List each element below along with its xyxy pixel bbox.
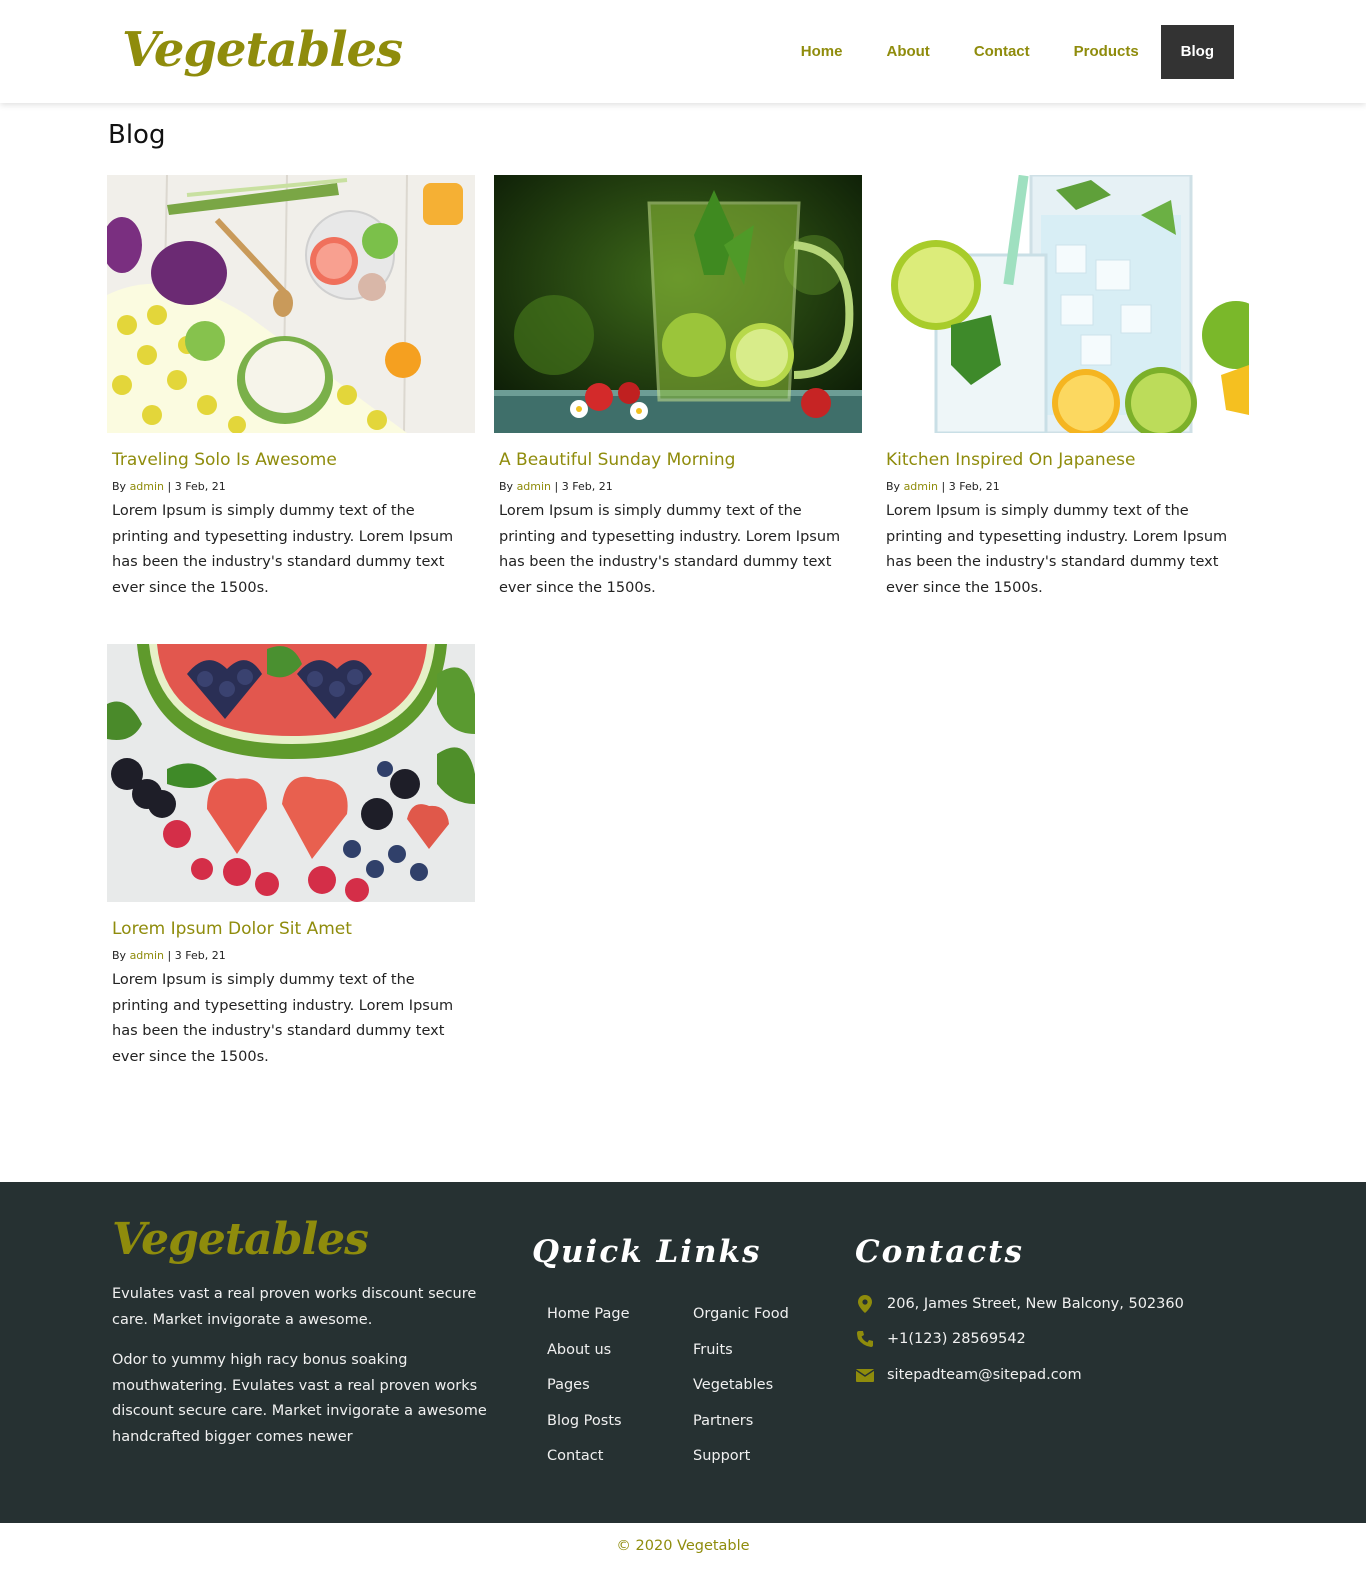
main-nav: Home About Contact Products Blog [779,25,1234,79]
site-header: Vegetables Home About Contact Products B… [0,0,1366,103]
contact-phone: +1(123) 28569542 [855,1329,1026,1349]
phone-icon [855,1329,875,1349]
post-image[interactable] [107,175,475,433]
footer-link[interactable]: Vegetables [693,1375,789,1411]
contact-phone-text[interactable]: +1(123) 28569542 [887,1331,1026,1347]
site-logo[interactable]: Vegetables [122,22,403,78]
blog-post-card: Kitchen Inspired On Japanese By admin | … [881,175,1249,601]
meta-separator: | [554,480,559,493]
contact-email: sitepadteam@sitepad.com [855,1365,1082,1385]
post-date: 3 Feb, 21 [174,949,226,962]
blog-post-card: A Beautiful Sunday Morning By admin | 3 … [494,175,862,601]
footer-about-paragraph: Odor to yummy high racy bonus soaking mo… [112,1352,487,1445]
post-date: 3 Feb, 21 [174,480,226,493]
post-meta: By admin | 3 Feb, 21 [112,480,475,493]
post-author-link[interactable]: admin [904,480,938,493]
lemonade-jar-image [881,175,1249,433]
meta-separator: | [941,480,946,493]
copyright: © 2020 Vegetable [616,1538,750,1554]
post-title[interactable]: Kitchen Inspired On Japanese [886,450,1249,470]
quick-links-heading: Quick Links [532,1234,762,1270]
post-image[interactable] [107,644,475,902]
post-author-link[interactable]: admin [130,480,164,493]
footer-link[interactable]: Home Page [547,1304,630,1340]
contacts-heading: Contacts [855,1234,1024,1270]
meta-separator: | [167,949,172,962]
envelope-icon [855,1365,875,1385]
post-author-link[interactable]: admin [517,480,551,493]
footer-link[interactable]: Support [693,1446,789,1482]
post-excerpt: Lorem Ipsum is simply dummy text of the … [112,503,454,596]
nav-products[interactable]: Products [1052,25,1161,79]
post-title[interactable]: Traveling Solo Is Awesome [112,450,475,470]
watermelon-berries-image [107,644,475,902]
vegetables-table-image [107,175,475,433]
blog-post-card: Traveling Solo Is Awesome By admin | 3 F… [107,175,475,601]
footer-link[interactable]: Fruits [693,1340,789,1376]
footer-link[interactable]: Contact [547,1446,630,1482]
contact-address-text: 206, James Street, New Balcony, 502360 [887,1296,1184,1312]
post-meta: By admin | 3 Feb, 21 [499,480,862,493]
post-meta: By admin | 3 Feb, 21 [886,480,1249,493]
footer-link[interactable]: About us [547,1340,630,1376]
footer-logo[interactable]: Vegetables [112,1214,369,1265]
footer-link[interactable]: Blog Posts [547,1411,630,1447]
footer-about: Evulates vast a real proven works discou… [112,1282,507,1450]
footer-about-paragraph: Evulates vast a real proven works discou… [112,1286,477,1328]
site-footer: Vegetables Evulates vast a real proven w… [0,1182,1366,1523]
post-meta: By admin | 3 Feb, 21 [112,949,475,962]
quick-links-column-2: Organic Food Fruits Vegetables Partners … [693,1304,789,1482]
quick-links-column-1: Home Page About us Pages Blog Posts Cont… [547,1304,630,1482]
footer-link[interactable]: Partners [693,1411,789,1447]
lime-mint-drink-image [494,175,862,433]
post-title[interactable]: Lorem Ipsum Dolor Sit Amet [112,919,475,939]
post-by-label: By [112,949,127,962]
page-title: Blog [108,120,166,150]
post-image[interactable] [881,175,1249,433]
nav-contact[interactable]: Contact [952,25,1052,79]
map-marker-icon [855,1294,875,1314]
nav-about[interactable]: About [864,25,951,79]
nav-blog[interactable]: Blog [1160,25,1234,79]
post-by-label: By [886,480,901,493]
post-excerpt: Lorem Ipsum is simply dummy text of the … [112,972,454,1065]
post-excerpt: Lorem Ipsum is simply dummy text of the … [499,503,841,596]
post-excerpt: Lorem Ipsum is simply dummy text of the … [886,503,1228,596]
post-by-label: By [112,480,127,493]
meta-separator: | [167,480,172,493]
footer-link[interactable]: Pages [547,1375,630,1411]
contact-email-text[interactable]: sitepadteam@sitepad.com [887,1367,1082,1383]
post-author-link[interactable]: admin [130,949,164,962]
post-image[interactable] [494,175,862,433]
nav-home[interactable]: Home [779,25,865,79]
contact-address: 206, James Street, New Balcony, 502360 [855,1294,1184,1314]
post-by-label: By [499,480,514,493]
footer-link[interactable]: Organic Food [693,1304,789,1340]
post-date: 3 Feb, 21 [948,480,1000,493]
post-date: 3 Feb, 21 [561,480,613,493]
blog-post-card: Lorem Ipsum Dolor Sit Amet By admin | 3 … [107,644,475,1070]
post-title[interactable]: A Beautiful Sunday Morning [499,450,862,470]
